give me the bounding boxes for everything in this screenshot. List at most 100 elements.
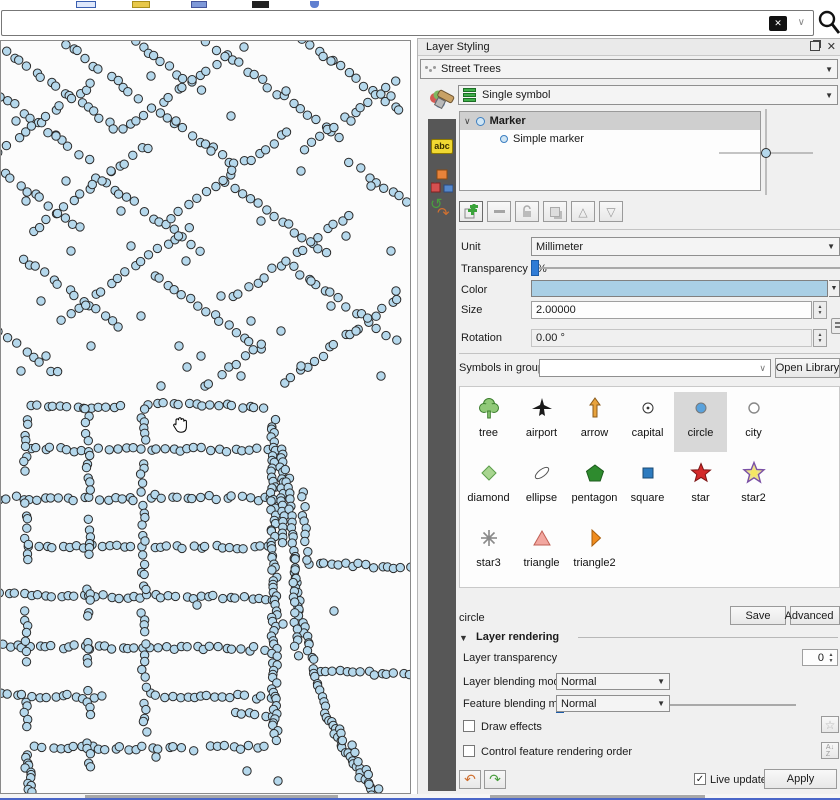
tree-root-label: Marker [490,115,526,127]
selected-symbol-name: circle [459,612,485,624]
tree-child-label: Simple marker [513,133,584,145]
layer-blending-value: Normal [561,676,596,688]
expression-combobox[interactable]: ✕ ∨ [1,10,814,36]
symbol-triangle[interactable]: triangle [515,522,568,582]
symbol-label: capital [621,427,674,439]
star-icon [688,460,714,486]
layer-transparency-spinbox[interactable]: 0 ▲▼ [802,649,838,666]
move-down-button[interactable]: ▽ [599,201,623,222]
monitor-icon[interactable] [252,1,269,8]
triangle-icon [529,525,555,551]
lock-color-button[interactable] [515,201,539,222]
duplicate-symbol-layer-button[interactable] [543,201,567,222]
map-canvas[interactable] [0,40,411,794]
symbol-triangle2[interactable]: triangle2 [568,522,621,582]
transparency-slider[interactable] [531,260,840,276]
rotation-spin-buttons[interactable]: ▲▼ [813,329,827,347]
save-button[interactable]: Save [730,606,786,625]
panel-tab-strip: abc ↺ ↷ [428,119,456,791]
expander-icon[interactable]: ∨ [464,116,471,127]
magnifier-icon[interactable] [817,9,840,36]
symbol-circle[interactable]: circle [674,392,727,452]
draw-effects-label: Draw effects [481,721,542,733]
rotation-input[interactable]: 0.00 ° [531,329,812,347]
renderer-selector[interactable]: Single symbol ▼ [458,85,838,105]
symbol-airport[interactable]: airport [515,392,568,452]
color-label: Color [461,284,487,296]
add-symbol-layer-button[interactable] [459,201,483,222]
size-spin-buttons[interactable]: ▲▼ [813,301,827,319]
pan-hand-cursor [172,415,190,435]
symbol-star3[interactable]: star3 [462,522,515,582]
folder-icon[interactable] [132,1,150,8]
marker-icon [476,117,485,126]
undo-icon: ↶ [464,771,476,788]
capital-icon [635,395,661,421]
drop-icon[interactable] [310,1,319,8]
symbols-in-group-label: Symbols in group [459,362,544,374]
symbol-city[interactable]: city [727,392,780,452]
symbol-star[interactable]: star [674,457,727,517]
draw-effects-checkbox[interactable] [463,720,475,732]
diamond-icon [476,460,502,486]
advanced-button[interactable]: Advanced▼ [790,606,840,625]
unit-value: Millimeter [536,241,583,253]
square-icon [635,460,661,486]
color-swatch-button[interactable] [531,280,828,297]
slider-handle[interactable] [531,260,539,276]
symbols-group-combobox[interactable]: ∨ [539,359,771,377]
symbol-label: diamond [462,492,515,504]
layer-blending-combobox[interactable]: Normal ▼ [556,673,670,690]
layer-transparency-value: 0 [818,652,824,664]
grid-icon[interactable] [76,1,96,8]
symbol-label: arrow [568,427,621,439]
apply-button[interactable]: Apply [764,769,837,789]
symbol-arrow[interactable]: arrow [568,392,621,452]
feature-blending-combobox[interactable]: Normal ▼ [556,695,670,712]
size-data-defined-override-button[interactable] [831,318,840,334]
symbol-diamond[interactable]: diamond [462,457,515,517]
sort-order-button[interactable]: A↓Z [821,742,839,759]
panel-titlebar[interactable]: Layer Styling ✕ [418,39,840,56]
size-input[interactable]: 2.00000 [531,301,812,319]
separator [578,637,838,638]
tab-labels-icon[interactable]: abc [431,139,453,154]
tab-symbology-icon[interactable] [428,85,456,115]
star2-icon [741,460,767,486]
symbol-capital[interactable]: capital [621,392,674,452]
symbol-label: city [727,427,780,439]
tab-history-icon[interactable]: ↺ ↷ [430,199,454,225]
symbol-label: circle [674,427,727,439]
symbol-ellipse[interactable]: ellipse [515,457,568,517]
customize-effects-button[interactable]: ☆ [821,716,839,733]
redo-style-button[interactable]: ↷ [484,770,506,789]
separator [459,229,840,230]
symbol-square[interactable]: square [621,457,674,517]
symbol-star2[interactable]: star2 [727,457,780,517]
symbol-label: star2 [727,492,780,504]
open-library-button[interactable]: Open Library [775,358,840,378]
remove-symbol-layer-button[interactable] [487,201,511,222]
unit-combobox[interactable]: Millimeter ▼ [531,237,840,256]
symbol-pentagon[interactable]: pentagon [568,457,621,517]
collapse-arrow-icon[interactable]: ▼ [459,633,468,643]
pointer-icon[interactable] [191,1,207,8]
chevron-down-icon[interactable]: ∨ [798,17,805,28]
tab-diagram-icon[interactable] [431,169,453,195]
layer-transparency-label: Layer transparency [463,652,557,664]
undo-style-button[interactable]: ↶ [459,770,481,789]
star3-icon [476,525,502,551]
clear-text-icon[interactable]: ✕ [769,16,787,31]
color-dropdown-button[interactable]: ▼ [829,280,840,297]
float-panel-icon[interactable] [810,41,820,51]
move-up-button[interactable]: △ [571,201,595,222]
layer-selector[interactable]: Street Trees ▼ [420,59,838,79]
chevron-down-icon: ▼ [825,65,833,74]
symbol-label: triangle [515,557,568,569]
statusbar-sliver [0,794,840,800]
close-panel-icon[interactable]: ✕ [827,40,836,53]
pentagon-icon [582,460,608,486]
live-update-checkbox[interactable]: ✓ [694,773,706,785]
control-order-checkbox[interactable] [463,745,475,757]
symbol-tree[interactable]: tree [462,392,515,452]
